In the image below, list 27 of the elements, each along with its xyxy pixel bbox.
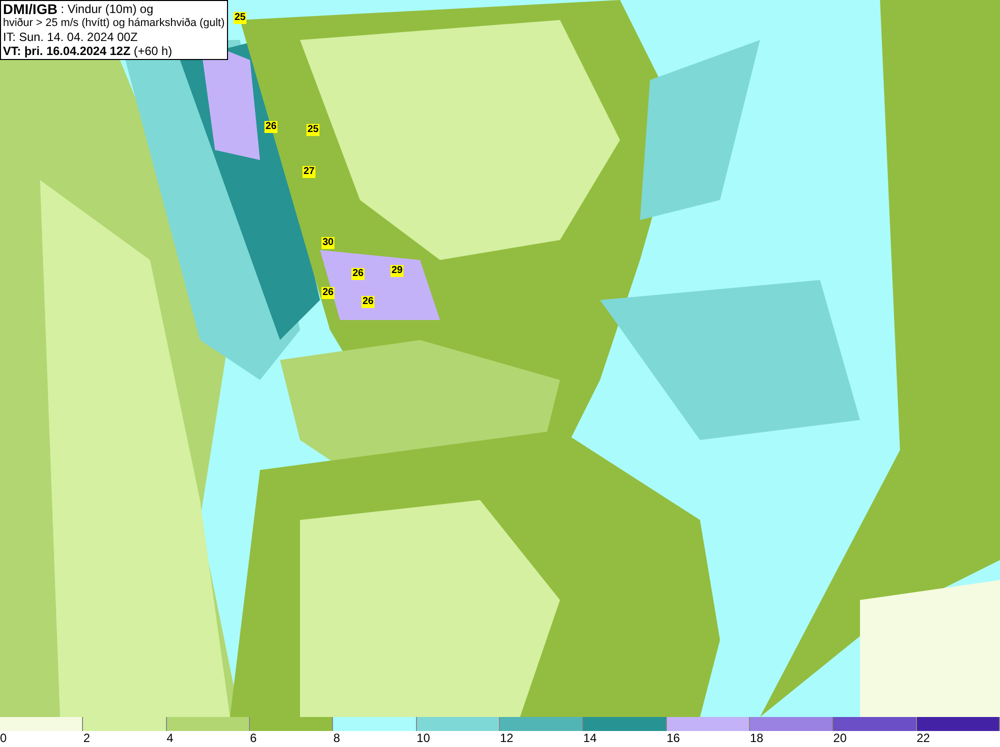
legend-label: 16 (666, 731, 680, 745)
legend-label: 8 (333, 731, 340, 745)
legend-label: 14 (583, 731, 597, 745)
init-time-text: IT: Sun. 14. 04. 2024 00Z (3, 30, 139, 44)
legend-label: 22 (916, 731, 930, 745)
gust-label: 25 (233, 12, 247, 24)
legend-label: 20 (833, 731, 847, 745)
gust-label: 30 (321, 237, 335, 249)
gust-label: 29 (390, 265, 404, 277)
gust-label: 26 (361, 296, 375, 308)
legend-label: 0 (0, 731, 7, 745)
gust-label: 25 (306, 124, 320, 136)
legend-label: 2 (83, 731, 90, 745)
legend-label: 12 (500, 731, 514, 745)
legend-label: 10 (416, 731, 430, 745)
gust-label: 26 (351, 268, 365, 280)
valid-offset-text: (+60 h) (132, 44, 172, 58)
legend-label: 18 (750, 731, 764, 745)
title-text: : Vindur (10m) og (60, 2, 154, 16)
gust-label: 26 (264, 121, 278, 133)
gust-label: 27 (302, 166, 316, 178)
valid-time-text: VT: þri. 16.04.2024 12Z (3, 44, 130, 58)
subtitle-text: hviður > 25 m/s (hvítt) og hámarkshviða (gult) (3, 16, 225, 30)
legend-label: 6 (250, 731, 257, 745)
source-label: DMI/IGB (3, 2, 58, 16)
legend-label: 4 (166, 731, 174, 745)
gust-label: 26 (321, 287, 335, 299)
